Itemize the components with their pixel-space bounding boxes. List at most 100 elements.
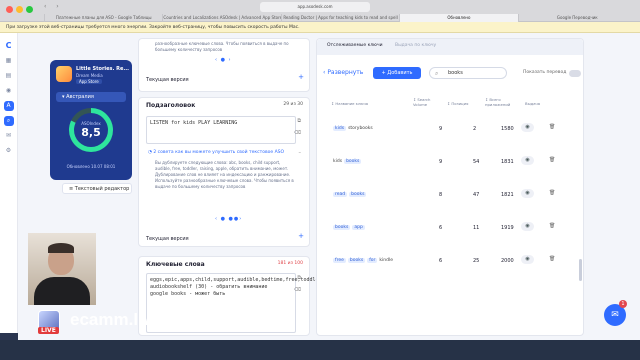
view-results-icon[interactable]: ◉: [521, 222, 534, 231]
keyword-cell: books app: [333, 225, 403, 230]
tab-tracked[interactable]: Отслеживаемые ключи: [327, 43, 383, 48]
text-editor-label: Текстовый редактор: [74, 186, 130, 192]
carousel-dots[interactable]: ‹ ● ●●›: [215, 216, 242, 222]
copy-icon[interactable]: ⧉: [297, 118, 301, 124]
address-bar[interactable]: app.asodesk.com: [260, 2, 370, 12]
chat-badge: 1: [619, 300, 627, 308]
description-text: разнообразные ключевые слова. Чтобы появ…: [155, 41, 289, 52]
keywords-count: 181 из 100: [277, 261, 303, 266]
add-version-icon[interactable]: +: [298, 73, 304, 81]
keyword-cell: kids books: [333, 159, 403, 164]
country-select[interactable]: ▾ Австралия: [56, 92, 126, 102]
app-nav-rail: C ▦ ▤ ◉ A ⌕ ✉ ⚙: [0, 33, 18, 333]
table-row[interactable]: free books for kindle 6 25 2000 ◉ 🗑: [329, 249, 579, 275]
app-name: Little Stories. Re...: [76, 66, 130, 72]
keywords-input[interactable]: eggs,epic,apps,child,support,audible,bed…: [146, 273, 449, 333]
add-keyword-button[interactable]: + Добавить: [373, 67, 421, 79]
browser-tab-active[interactable]: Обновлено: [399, 14, 518, 22]
keyword-note: audiobookshelf (30) - обратить внимание: [150, 284, 268, 290]
delete-icon[interactable]: 🗑: [549, 157, 555, 163]
keyword-chip: books: [344, 159, 362, 164]
col-header-total[interactable]: ↕ Всего приложений: [485, 97, 513, 107]
desktop-strip: [0, 340, 640, 360]
keyword-search-input[interactable]: ⌕ books: [429, 67, 507, 79]
clear-icon[interactable]: ⌫: [294, 287, 301, 293]
copy-icon[interactable]: ⧉: [297, 275, 301, 281]
view-results-icon[interactable]: ◉: [521, 123, 534, 132]
collapse-icon[interactable]: –: [299, 150, 302, 156]
tips-link[interactable]: ◔ 2 совета как вы можете улучшить свой т…: [148, 150, 284, 155]
keywords-panel: Ключевые слова 181 из 100 eggs,epic,apps…: [138, 256, 449, 336]
keyword-chip: app: [352, 225, 365, 230]
browser-tab[interactable]: Reading Doctor | Apps for teaching kids …: [280, 14, 399, 22]
keyword-cell: kids storybooks: [333, 126, 403, 131]
view-results-icon[interactable]: ◉: [521, 156, 534, 165]
col-header-position[interactable]: ↕ Позиция: [447, 101, 468, 106]
stats-icon[interactable]: ▤: [4, 71, 14, 81]
translation-toggle[interactable]: [569, 70, 581, 77]
position-cell: 47: [473, 192, 480, 198]
text-editor-button[interactable]: ≡ Текстовый редактор: [62, 183, 132, 194]
browser-tab[interactable]: Countries and Localizations ASOdesk | Ad…: [162, 14, 281, 22]
col-header-label: Название ключа: [335, 101, 369, 106]
keyword-chip: books: [347, 258, 366, 263]
table-row[interactable]: kids storybooks 9 2 1580 ◉ 🗑: [329, 117, 579, 143]
aso-icon[interactable]: A: [3, 101, 14, 111]
minimize-window-icon[interactable]: [16, 6, 23, 13]
keyword-chip: books: [333, 225, 351, 230]
add-version-icon[interactable]: +: [298, 232, 304, 240]
presenter-hair: [48, 243, 74, 253]
zoom-window-icon[interactable]: [26, 6, 33, 13]
position-cell: 2: [473, 126, 477, 132]
col-header-keyword[interactable]: ↕ Название ключа: [331, 101, 368, 106]
keyword-chip: kids: [333, 126, 347, 131]
keyword-tabs: Отслеживаемые ключи Выдача по ключу: [317, 39, 583, 55]
show-translation-label: Показать перевод: [523, 70, 567, 75]
store-badge: App Store: [76, 79, 102, 84]
keywords-value: eggs,epic,apps,child,support,audible,bed…: [150, 277, 449, 283]
view-results-icon[interactable]: ◉: [521, 189, 534, 198]
energy-notice: При загрузке этой веб-страницы требуется…: [0, 22, 640, 33]
app-icon: [56, 66, 72, 82]
subtitle-input[interactable]: LISTEN for kids PLAY LEARNING: [146, 116, 296, 144]
chat-icon: ✉: [611, 310, 619, 320]
updated-timestamp: Обновлено 10.07 08:01: [66, 164, 116, 169]
add-label: Добавить: [387, 70, 413, 76]
subtitle-panel: Подзаголовок 29 из 30 LISTEN for kids PL…: [138, 97, 310, 247]
col-header-label: Search Volume: [413, 97, 431, 107]
browser-nav[interactable]: ‹ ›: [44, 3, 63, 10]
current-version-label: Текущая версия: [146, 77, 189, 83]
view-results-icon[interactable]: ◉: [521, 255, 534, 264]
total-cell: 1919: [501, 225, 514, 231]
delete-icon[interactable]: 🗑: [549, 190, 555, 196]
delete-icon[interactable]: 🗑: [549, 256, 555, 262]
close-window-icon[interactable]: [6, 6, 13, 13]
keyword-note: google books - может быть: [150, 291, 226, 297]
table-row[interactable]: books app 6 11 1919 ◉ 🗑: [329, 216, 579, 242]
browser-tab[interactable]: Google Переводчик: [517, 14, 636, 22]
webcam-overlay: [28, 233, 96, 305]
expand-button[interactable]: ‹ Развернуть: [323, 69, 363, 76]
advice-text: Вы дублируете следующие слова: abc, book…: [155, 160, 294, 189]
table-row[interactable]: read books 8 47 1821 ◉ 🗑: [329, 183, 579, 209]
keywords-icon[interactable]: ◉: [4, 86, 14, 96]
keyword-cell: read books: [333, 192, 403, 197]
scrollbar[interactable]: [579, 259, 582, 281]
apps-icon[interactable]: ▦: [4, 56, 14, 66]
carousel-dots[interactable]: ‹ ● ›: [215, 57, 232, 63]
clear-icon[interactable]: ⌫: [294, 130, 301, 136]
col-header-volume[interactable]: ↕ Search Volume: [413, 97, 435, 107]
delete-icon[interactable]: 🗑: [549, 223, 555, 229]
search-icon[interactable]: ⌕: [3, 116, 14, 126]
reviews-icon[interactable]: ✉: [4, 131, 14, 141]
asodesk-logo-icon[interactable]: C: [4, 41, 14, 51]
browser-tab[interactable]: Платежные планы для ASO - Google Таблицы: [44, 14, 162, 22]
keyword-word: storybooks: [348, 126, 373, 131]
tab-search-results[interactable]: Выдача по ключу: [395, 43, 436, 48]
settings-icon[interactable]: ⚙: [4, 146, 14, 156]
current-version-label: Текущая версия: [146, 236, 189, 242]
aso-index-value: 8,5: [81, 126, 101, 139]
volume-cell: 6: [439, 258, 443, 264]
table-row[interactable]: kids books 9 54 1831 ◉ 🗑: [329, 150, 579, 176]
delete-icon[interactable]: 🗑: [549, 124, 555, 130]
